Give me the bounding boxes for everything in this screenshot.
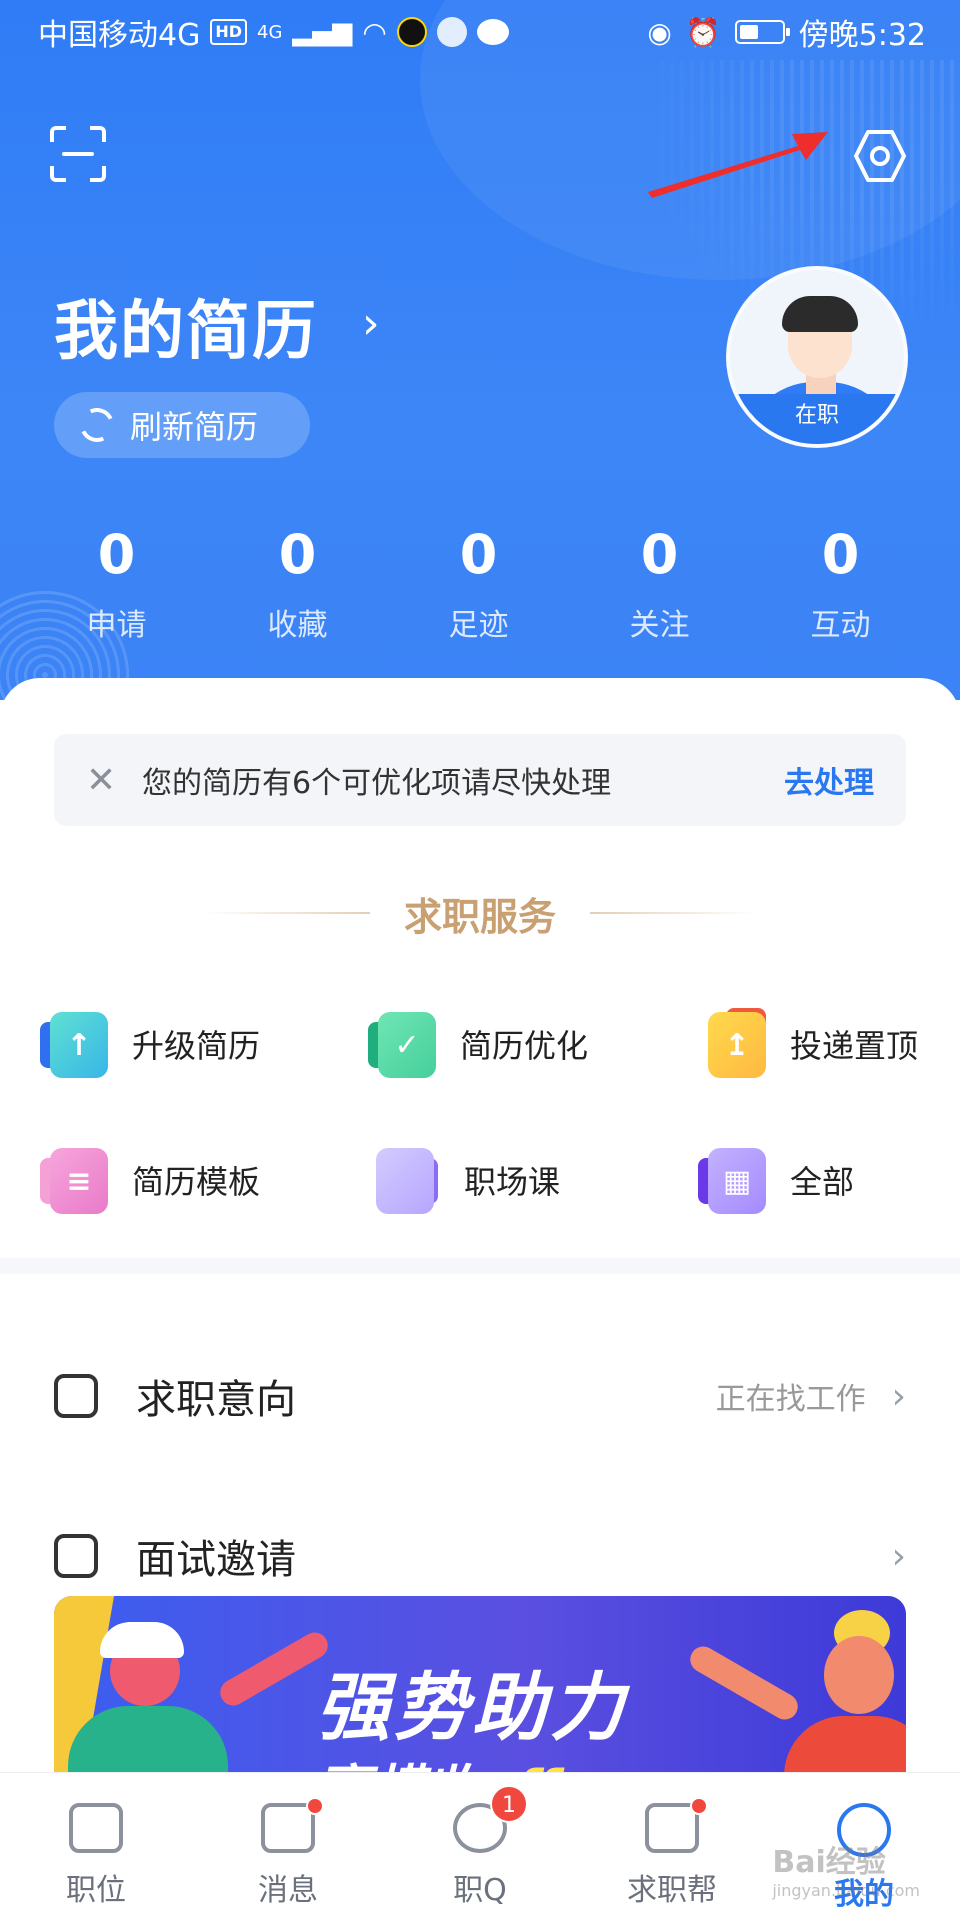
- job-intent-row[interactable]: 求职意向 正在找工作 ›: [54, 1356, 906, 1436]
- stat-favorites[interactable]: 0 收藏: [207, 524, 388, 644]
- handle-now-link[interactable]: 去处理: [784, 758, 874, 802]
- status-bar: 中国移动4G HD 4G ▂▄▆ ◠ ◉ ⏰ 傍晚5:32: [0, 0, 960, 64]
- service-label: 简历模板: [132, 1163, 261, 1201]
- stats-row: 0 申请 0 收藏 0 足迹 0 关注 0 互动: [0, 524, 960, 644]
- service-upgrade-resume[interactable]: ↑ 升级简历: [40, 1008, 260, 1080]
- tab-label: 求职帮: [627, 1873, 717, 1908]
- profile-header: 中国移动4G HD 4G ▂▄▆ ◠ ◉ ⏰ 傍晚5:32 我的简历 › 刷新简…: [0, 0, 960, 700]
- unread-dot: [690, 1797, 708, 1815]
- service-all[interactable]: ▦ 全部: [698, 1144, 854, 1216]
- tab-jobs[interactable]: 职位: [0, 1773, 192, 1920]
- banner-title: 强势助力: [316, 1665, 628, 1751]
- signal-icon: 4G: [257, 21, 283, 43]
- row-label: 面试邀请: [136, 1537, 296, 1583]
- voice-icon: [436, 17, 467, 47]
- service-label: 全部: [790, 1163, 855, 1201]
- notice-text: 您的简历有6个可优化项请尽快处理: [142, 766, 612, 801]
- envelope-icon: [54, 1534, 98, 1578]
- chevron-right-icon: ›: [891, 1375, 906, 1417]
- scan-button[interactable]: [50, 126, 106, 182]
- refresh-resume-button[interactable]: 刷新简历: [54, 392, 310, 458]
- chat-bubble-icon: [476, 19, 509, 45]
- section-divider-right: [590, 912, 760, 914]
- tab-label: 职Q: [453, 1873, 507, 1908]
- my-resume-title[interactable]: 我的简历: [54, 280, 318, 372]
- refresh-icon: [75, 403, 119, 447]
- stat-applications[interactable]: 0 申请: [26, 524, 207, 644]
- stat-footprints[interactable]: 0 足迹: [388, 524, 569, 644]
- section-separator: [0, 1258, 960, 1274]
- clock-text: 傍晚5:32: [798, 18, 926, 53]
- battery-icon: [734, 20, 790, 44]
- stat-label: 足迹: [448, 608, 509, 643]
- stat-value: 0: [459, 523, 498, 586]
- employment-status-tag: 在职: [730, 394, 904, 444]
- close-icon[interactable]: ✕: [86, 760, 126, 801]
- job-services-title: 求职服务: [403, 895, 556, 939]
- resume-notice-bar: ✕ 您的简历有6个可优化项请尽快处理 去处理: [54, 734, 906, 826]
- signal-bars-icon: ▂▄▆: [292, 17, 353, 47]
- tab-zhiq[interactable]: 1 职Q: [384, 1773, 576, 1920]
- service-pin-delivery[interactable]: ↥ 投递置顶: [698, 1008, 918, 1080]
- content-card: ✕ 您的简历有6个可优化项请尽快处理 去处理 求职服务 ↑ 升级简历 ✓ 简历优…: [0, 678, 960, 1806]
- tab-label: 职位: [66, 1873, 126, 1908]
- resume-optimize-icon: ✓: [368, 1008, 438, 1080]
- stat-value: 0: [97, 523, 136, 586]
- avatar[interactable]: 在职: [726, 266, 908, 448]
- stat-following[interactable]: 0 关注: [569, 524, 750, 644]
- carrier-text: 中国移动4G: [38, 18, 201, 53]
- tab-job-help[interactable]: 求职帮: [576, 1773, 768, 1920]
- chevron-right-icon[interactable]: ›: [362, 298, 380, 349]
- service-resume-optimize[interactable]: ✓ 简历优化: [368, 1008, 588, 1080]
- wifi-icon: ◠: [362, 15, 387, 49]
- qq-icon: [396, 17, 427, 47]
- stat-label: 申请: [86, 608, 147, 643]
- hd-badge: HD: [210, 19, 248, 45]
- stat-value: 0: [278, 523, 317, 586]
- service-career-course[interactable]: 职场课: [372, 1144, 560, 1216]
- stat-value: 0: [640, 523, 679, 586]
- row-label: 求职意向: [136, 1377, 296, 1423]
- notification-badge: 1: [490, 1785, 528, 1823]
- watermark: Bai经验 jingyan.baidu.com: [772, 1845, 920, 1900]
- stat-label: 收藏: [267, 608, 328, 643]
- service-label: 简历优化: [460, 1027, 589, 1065]
- inbox-icon: [54, 1374, 98, 1418]
- unread-dot: [306, 1797, 324, 1815]
- interview-invite-row[interactable]: 面试邀请 ›: [54, 1516, 906, 1596]
- bottom-nav: 职位 消息 1 职Q 求职帮 我的 Bai经验 jingyan.baidu.co…: [0, 1772, 960, 1920]
- resume-template-icon: ≡: [40, 1144, 110, 1216]
- service-label: 升级简历: [132, 1027, 261, 1065]
- service-resume-template[interactable]: ≡ 简历模板: [40, 1144, 260, 1216]
- briefcase-icon: [69, 1803, 123, 1853]
- chevron-right-icon: ›: [891, 1535, 906, 1577]
- tab-messages[interactable]: 消息: [192, 1773, 384, 1920]
- stat-label: 关注: [629, 608, 690, 643]
- eye-icon: ◉: [647, 15, 672, 49]
- tab-label: 消息: [258, 1873, 318, 1908]
- service-label: 职场课: [464, 1163, 561, 1201]
- row-status: 正在找工作: [715, 1382, 866, 1417]
- pin-delivery-icon: ↥: [698, 1008, 768, 1080]
- career-course-icon: [372, 1144, 442, 1216]
- settings-gear-icon[interactable]: [852, 128, 908, 184]
- stat-label: 互动: [810, 608, 871, 643]
- red-arrow-annotation: [648, 132, 828, 198]
- stat-value: 0: [821, 523, 860, 586]
- alarm-icon: ⏰: [685, 15, 721, 49]
- stat-interactions[interactable]: 0 互动: [750, 524, 931, 644]
- all-services-icon: ▦: [698, 1144, 768, 1216]
- service-label: 投递置顶: [790, 1027, 919, 1065]
- refresh-resume-label: 刷新简历: [130, 408, 259, 446]
- upgrade-resume-icon: ↑: [40, 1008, 110, 1080]
